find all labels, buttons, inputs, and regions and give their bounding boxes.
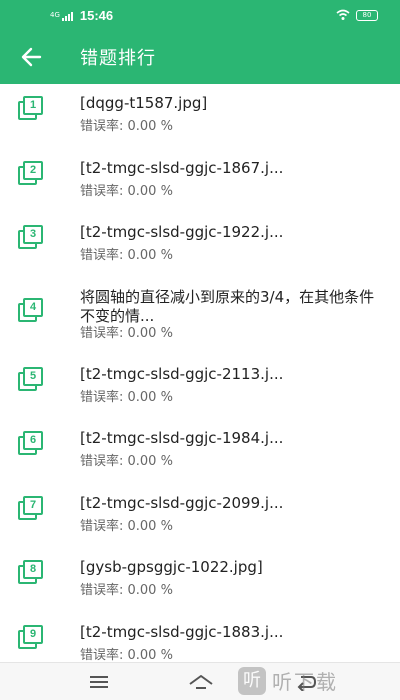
network-type: 4G [50, 11, 60, 19]
list-item[interactable]: 6 [t2-tmgc-slsd-ggjc-1984.j... 错误率: 0.00… [0, 419, 400, 484]
item-title: [t2-tmgc-slsd-ggjc-2113.j... [80, 364, 284, 383]
list-item[interactable]: 5 [t2-tmgc-slsd-ggjc-2113.j... 错误率: 0.00… [0, 355, 400, 420]
item-title: [gysb-gpsggjc-1022.jpg] [80, 558, 263, 576]
list-item[interactable]: 9 [t2-tmgc-slsd-ggjc-1883.j... 错误率: 0.00… [0, 613, 400, 663]
question-number-icon: 4 [18, 297, 44, 322]
page-title: 错题排行 [80, 48, 156, 69]
question-number-icon: 5 [18, 366, 44, 391]
status-time: 15:46 [79, 8, 114, 23]
question-number-icon: 3 [18, 225, 44, 249]
watermark-logo: 听 [238, 666, 266, 695]
watermark: 听 听下载 [238, 666, 338, 695]
item-error-rate: 错误率: 0.00 % [80, 119, 173, 134]
list-item[interactable]: 2 [t2-tmgc-slsd-ggjc-1867.j... 错误率: 0.00… [0, 149, 400, 214]
item-title: [t2-tmgc-slsd-ggjc-1984.j... [80, 429, 284, 447]
item-title: [dqgg-t1587.jpg] [80, 94, 208, 112]
battery-icon: 80 [356, 9, 378, 21]
status-bar: 4G 15:46 80 [0, 0, 400, 30]
watermark-text: 听下载 [272, 670, 338, 694]
list-item[interactable]: 3 [t2-tmgc-slsd-ggjc-1922.j... 错误率: 0.00… [0, 213, 400, 278]
item-title: [t2-tmgc-slsd-ggjc-2099.j... [80, 493, 284, 512]
item-error-rate: 错误率: 0.00 % [80, 183, 173, 199]
menu-icon[interactable] [90, 676, 108, 688]
item-error-rate: 错误率: 0.00 % [80, 518, 173, 534]
list-item[interactable]: 1 [dqgg-t1587.jpg] 错误率: 0.00 % [0, 84, 400, 149]
wrong-question-list: 1 [dqgg-t1587.jpg] 错误率: 0.00 % 2 [t2-tmg… [0, 84, 400, 662]
item-error-rate: 错误率: 0.00 % [80, 325, 173, 341]
status-left: 4G 15:46 [50, 8, 113, 23]
system-nav-bar [0, 662, 400, 700]
back-button[interactable] [18, 43, 46, 71]
question-number-icon: 7 [18, 495, 44, 520]
question-number-icon: 9 [18, 624, 44, 649]
item-error-rate: 错误率: 0.00 % [80, 583, 173, 598]
list-item[interactable]: 7 [t2-tmgc-slsd-ggjc-2099.j... 错误率: 0.00… [0, 484, 400, 549]
signal-icon [61, 11, 74, 21]
question-number-icon: 1 [18, 96, 44, 120]
item-title: [t2-tmgc-slsd-ggjc-1883.j... [80, 622, 284, 641]
item-error-rate: 错误率: 0.00 % [80, 248, 173, 263]
question-number-icon: 8 [18, 560, 44, 584]
status-right: 80 [336, 9, 378, 21]
toolbar: 错题排行 [0, 30, 400, 84]
item-title: 将圆轴的直径减小到原来的3/4，在其他条件不变的情... [80, 287, 375, 325]
wifi-icon [336, 9, 350, 20]
item-title: [t2-tmgc-slsd-ggjc-1867.j... [80, 158, 284, 177]
item-error-rate: 错误率: 0.00 % [80, 389, 173, 405]
item-error-rate: 错误率: 0.00 % [80, 647, 173, 663]
question-number-icon: 6 [18, 431, 44, 455]
home-icon[interactable] [188, 673, 214, 691]
item-error-rate: 错误率: 0.00 % [80, 454, 173, 469]
app-header: 4G 15:46 80 错题排行 [0, 0, 400, 84]
item-title: [t2-tmgc-slsd-ggjc-1922.j... [80, 223, 284, 241]
list-item[interactable]: 8 [gysb-gpsggjc-1022.jpg] 错误率: 0.00 % [0, 548, 400, 613]
question-number-icon: 2 [18, 160, 44, 185]
list-item[interactable]: 4 将圆轴的直径减小到原来的3/4，在其他条件不变的情... 错误率: 0.00… [0, 278, 400, 355]
